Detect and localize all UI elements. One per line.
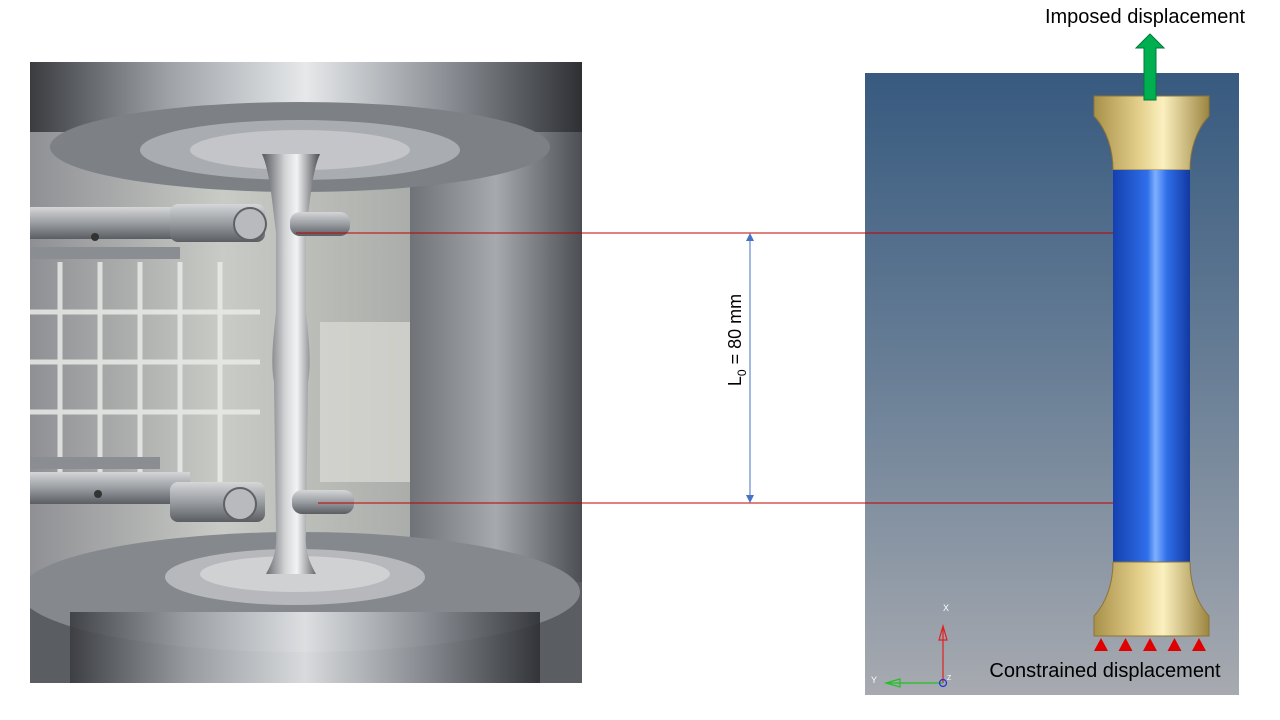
upper-grip	[1093, 95, 1210, 171]
gauge-section	[1113, 170, 1190, 562]
constraint-marker	[1167, 638, 1182, 651]
lower-grip	[1093, 561, 1210, 637]
constraint-markers	[1094, 638, 1206, 651]
gauge-length-subscript: 0	[734, 369, 749, 377]
gauge-length-symbol: L	[725, 376, 746, 387]
constraint-marker	[1094, 638, 1108, 651]
constraint-marker	[1118, 638, 1133, 651]
imposed-displacement-label: Imposed displacement	[1044, 6, 1246, 28]
gauge-length-value: = 80 mm	[725, 293, 746, 370]
constrained-displacement-label: Constrained displacement	[989, 660, 1221, 682]
gauge-length-label: L0 = 80 mm	[725, 294, 749, 386]
triad-x-label: X	[943, 603, 949, 613]
imposed-displacement-arrow	[1134, 33, 1166, 101]
coordinate-triad-icon: X Y Z	[871, 603, 952, 688]
constraint-marker	[1143, 638, 1157, 651]
triad-y-label: Y	[871, 675, 877, 685]
constraint-marker	[1192, 638, 1206, 651]
triad-z-label: Z	[947, 675, 952, 682]
